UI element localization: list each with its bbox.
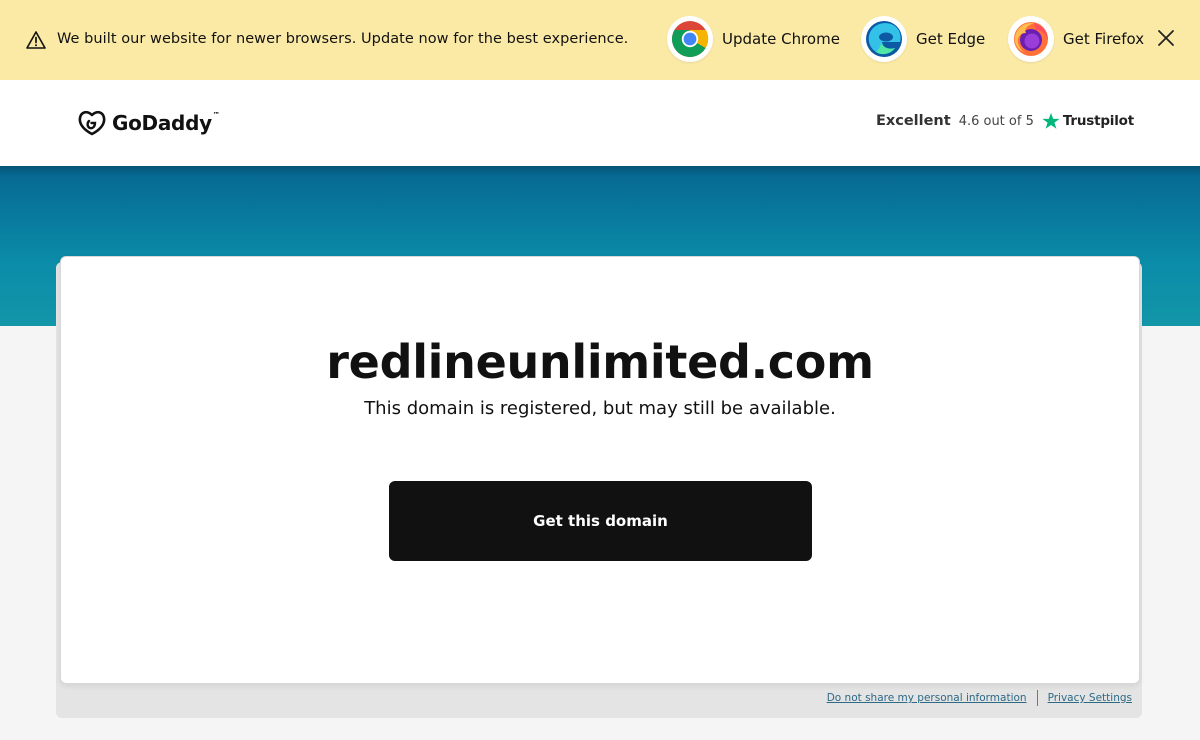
trustpilot-rating[interactable]: Excellent 4.6 out of 5 Trustpilot [876, 112, 1134, 130]
domain-card: redlineunlimited.com This domain is regi… [60, 256, 1140, 684]
edge-icon [861, 16, 907, 62]
trustpilot-brand: Trustpilot [1062, 113, 1134, 129]
update-chrome-label: Update Chrome [722, 30, 840, 48]
logo-wordmark: GoDaddy™ [112, 111, 220, 135]
trustpilot-star-icon [1042, 112, 1060, 129]
footer-links: Do not share my personal information Pri… [827, 690, 1132, 706]
update-chrome-button[interactable]: Update Chrome [667, 16, 840, 62]
godaddy-logo[interactable]: GoDaddy™ [77, 108, 220, 138]
site-header: GoDaddy™ Excellent 4.6 out of 5 Trustpil… [0, 80, 1200, 166]
domain-name: redlineunlimited.com [326, 335, 874, 389]
get-this-domain-button[interactable]: Get this domain [389, 481, 812, 561]
chrome-icon [667, 16, 713, 62]
close-icon[interactable] [1156, 28, 1176, 48]
godaddy-logo-icon [78, 110, 106, 136]
privacy-settings-link[interactable]: Privacy Settings [1048, 692, 1132, 704]
domain-status: This domain is registered, but may still… [364, 398, 836, 419]
firefox-icon [1008, 16, 1054, 62]
get-edge-label: Get Edge [916, 30, 986, 48]
get-firefox-label: Get Firefox [1063, 30, 1145, 48]
footer-divider [1036, 690, 1038, 706]
rating-score: 4.6 out of 5 [958, 113, 1034, 129]
rating-word: Excellent [875, 113, 951, 129]
do-not-share-link[interactable]: Do not share my personal information [827, 692, 1027, 704]
banner-message: We built our website for newer browsers.… [57, 31, 629, 47]
warning-icon [26, 31, 46, 49]
get-firefox-button[interactable]: Get Firefox [1008, 16, 1144, 62]
get-edge-button[interactable]: Get Edge [861, 16, 985, 62]
browser-update-banner: We built our website for newer browsers.… [0, 0, 1200, 80]
